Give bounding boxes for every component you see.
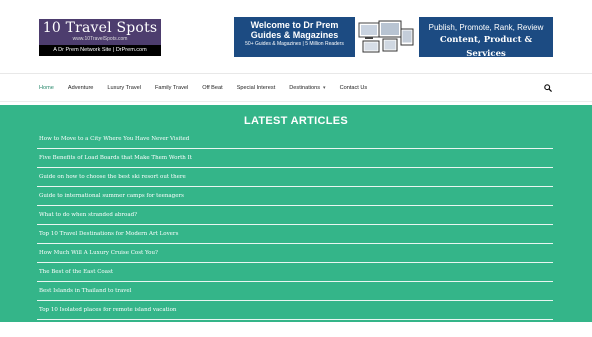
list-item: Best Islands in Thailand to travel bbox=[37, 282, 553, 301]
article-link[interactable]: Five Benefits of Load Boards that Make T… bbox=[37, 155, 192, 161]
list-item: How Much Will A Luxury Cruise Cost You? bbox=[37, 244, 553, 263]
nav-label: Home bbox=[39, 85, 54, 91]
article-link[interactable]: Top 10 Isolated places for remote island… bbox=[37, 307, 176, 313]
nav-label: Adventure bbox=[67, 85, 94, 91]
banner-right-line2: Content, Product & Services bbox=[439, 35, 533, 59]
logo-url: www.10TravelSpots.com bbox=[72, 36, 128, 42]
articles-list: How to Move to a City Where You Have Nev… bbox=[37, 130, 553, 320]
article-link[interactable]: The Best of the East Coast bbox=[37, 269, 113, 275]
header-banner[interactable]: Welcome to Dr Prem Guides & Magazines 50… bbox=[234, 17, 553, 59]
banner-line2: Guides & Magazines bbox=[250, 30, 339, 40]
banner-line1: Welcome to Dr Prem bbox=[250, 20, 339, 30]
nav-item-contact-us[interactable]: Contact Us bbox=[340, 83, 368, 93]
nav-label: Contact Us bbox=[339, 85, 368, 91]
latest-articles-section: LATEST ARTICLES How to Move to a City Wh… bbox=[0, 105, 592, 322]
nav-item-off-beat[interactable]: Off Beat bbox=[202, 83, 222, 93]
nav-label: Destinations bbox=[289, 85, 321, 91]
banner-welcome-panel: Welcome to Dr Prem Guides & Magazines 50… bbox=[234, 17, 355, 57]
main-nav: Home Adventure Luxury Travel Family Trav… bbox=[39, 83, 381, 93]
nav-item-destinations[interactable]: Destinations ▾ bbox=[289, 83, 325, 93]
nav-item-luxury-travel[interactable]: Luxury Travel bbox=[107, 83, 141, 93]
banner-line3: 50+ Guides & Magazines | 5 Million Reade… bbox=[245, 41, 344, 47]
nav-item-adventure[interactable]: Adventure bbox=[68, 83, 94, 93]
article-link[interactable]: What to do when stranded abroad? bbox=[37, 212, 137, 218]
article-link[interactable]: Top 10 Travel Destinations for Modern Ar… bbox=[37, 231, 178, 237]
list-item: What to do when stranded abroad? bbox=[37, 206, 553, 225]
list-item: Guide on how to choose the best ski reso… bbox=[37, 168, 553, 187]
list-item: Five Benefits of Load Boards that Make T… bbox=[37, 149, 553, 168]
article-link[interactable]: Best Islands in Thailand to travel bbox=[37, 288, 131, 294]
banner-publish-panel: Publish, Promote, Rank, Review Content, … bbox=[419, 17, 553, 59]
nav-label: Luxury Travel bbox=[107, 85, 141, 91]
list-item: Top 10 Isolated places for remote island… bbox=[37, 301, 553, 320]
section-heading: LATEST ARTICLES bbox=[243, 115, 349, 127]
logo-tagline: A Dr Prem Network Site | DrPrem.com bbox=[39, 45, 161, 56]
article-link[interactable]: How Much Will A Luxury Cruise Cost You? bbox=[37, 250, 158, 256]
list-item: Top 10 Travel Destinations for Modern Ar… bbox=[37, 225, 553, 244]
search-icon[interactable] bbox=[544, 84, 552, 92]
nav-item-home[interactable]: Home bbox=[39, 83, 54, 93]
nav-divider bbox=[0, 101, 592, 102]
nav-label: Off Beat bbox=[202, 85, 223, 91]
list-item: How to Move to a City Where You Have Nev… bbox=[37, 130, 553, 149]
article-link[interactable]: How to Move to a City Where You Have Nev… bbox=[37, 136, 189, 142]
nav-label: Family Travel bbox=[155, 85, 189, 91]
list-item: Guide to international summer camps for … bbox=[37, 187, 553, 206]
banner-right-line1: Publish, Promote, Rank, Review bbox=[428, 23, 544, 32]
article-link[interactable]: Guide to international summer camps for … bbox=[37, 193, 184, 199]
nav-item-special-interest[interactable]: Special Interest bbox=[237, 83, 276, 93]
article-link[interactable]: Guide on how to choose the best ski reso… bbox=[37, 174, 186, 180]
devices-illustration bbox=[358, 20, 414, 53]
list-item: The Best of the East Coast bbox=[37, 263, 553, 282]
chevron-down-icon: ▾ bbox=[323, 85, 326, 91]
nav-label: Special Interest bbox=[236, 85, 276, 91]
header-divider bbox=[0, 73, 592, 74]
site-logo[interactable]: 10 Travel Spots www.10TravelSpots.com A … bbox=[39, 19, 161, 56]
nav-item-family-travel[interactable]: Family Travel bbox=[155, 83, 188, 93]
logo-title: 10 Travel Spots bbox=[42, 20, 158, 36]
